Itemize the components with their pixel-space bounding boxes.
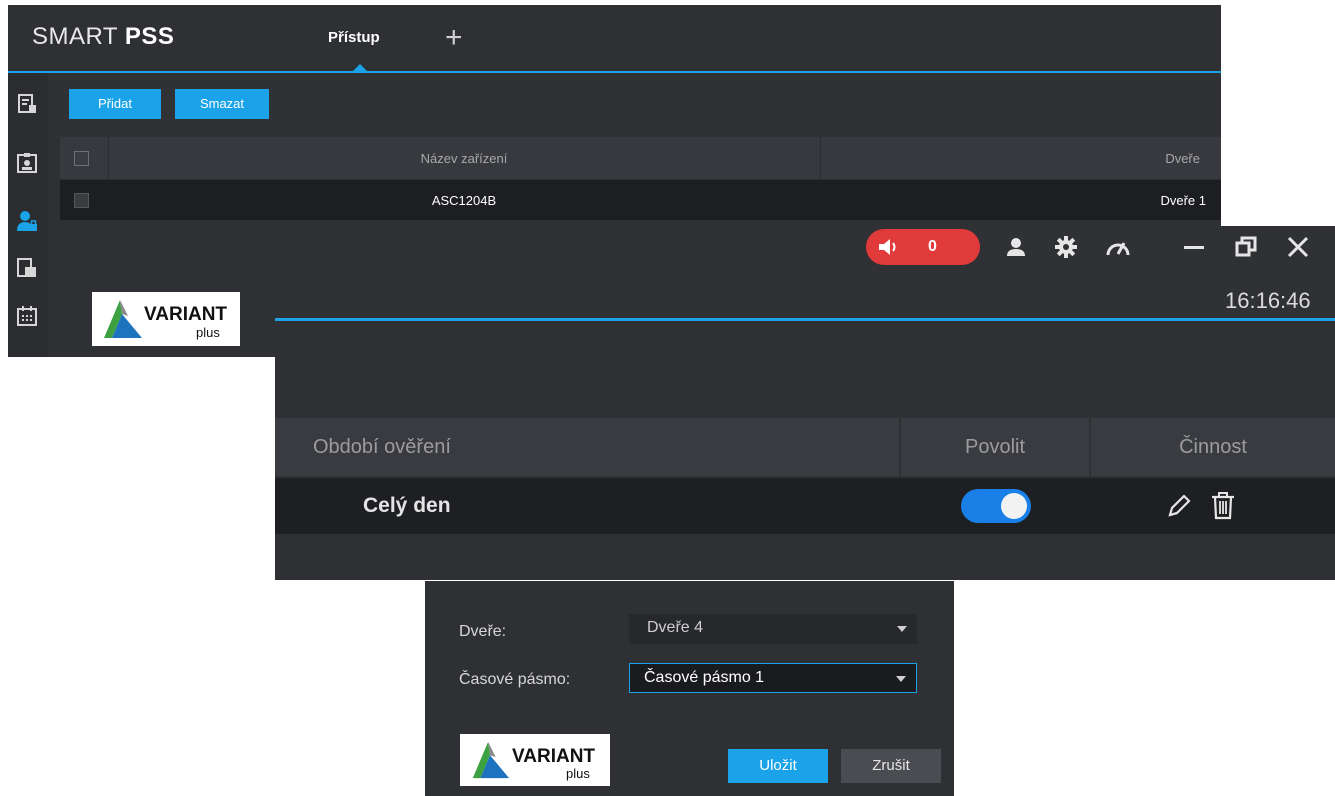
period-name-cell: Celý den [363, 494, 451, 517]
alarm-count: 0 [928, 238, 937, 255]
user-lock-icon[interactable] [16, 210, 38, 232]
edit-pencil-icon[interactable] [1165, 492, 1193, 520]
calendar-icon[interactable] [16, 305, 38, 327]
user-icon[interactable] [1005, 236, 1027, 258]
close-icon[interactable] [1287, 236, 1309, 258]
alarm-counter[interactable]: 0 [866, 229, 980, 265]
save-button[interactable]: Uložit [728, 749, 828, 783]
toggle-knob [1001, 493, 1027, 519]
speaker-icon [879, 239, 896, 255]
header-enable[interactable]: Povolit [901, 418, 1089, 476]
sidebar [8, 73, 48, 357]
device-name-cell: ASC1204B [431, 192, 497, 208]
delete-trash-icon[interactable] [1209, 491, 1237, 521]
door-dialog: Dveře: Dveře 4 Časové pásmo: Časové pásm… [425, 581, 954, 796]
add-tab-button[interactable]: + [445, 23, 463, 53]
door-select-value: Dveře 4 [647, 619, 704, 636]
variant-plus-logo: VARIANT plus [460, 734, 610, 786]
header-divider [275, 318, 1335, 321]
chevron-down-icon [896, 676, 906, 682]
document-icon[interactable] [16, 257, 38, 279]
row-checkbox[interactable] [74, 193, 89, 208]
gear-icon[interactable] [1055, 236, 1077, 258]
speedometer-icon[interactable] [1105, 236, 1131, 258]
logo-mark-icon [472, 741, 510, 779]
logo-word: VARIANT [144, 304, 228, 325]
title-bar: SMART PSS Přístup + [8, 5, 1221, 71]
logo-sub: plus [196, 325, 220, 340]
header-action[interactable]: Činnost [1091, 418, 1335, 476]
timezone-select[interactable]: Časové pásmo 1 [629, 663, 917, 693]
minimize-icon[interactable] [1183, 240, 1205, 254]
table-row[interactable]: ASC1204B Dveře 1 [60, 180, 1221, 220]
header-device-name[interactable]: Název zařízení [108, 137, 820, 179]
door-cell: Dveře 1 [1160, 192, 1206, 208]
add-button[interactable]: Přidat [69, 89, 161, 119]
delete-button[interactable]: Smazat [175, 89, 269, 119]
header-period[interactable]: Období ověření [313, 418, 893, 476]
active-tab-indicator [353, 64, 367, 71]
restore-icon[interactable] [1235, 236, 1257, 258]
logo-word: VARIANT [512, 746, 596, 767]
toolbar: Přidat Smazat [48, 73, 1221, 137]
device-table-header: Název zařízení Dveře [60, 137, 1221, 179]
period-window: 0 16:16:46 Období ověření Povolit Činnos… [275, 226, 1335, 580]
timezone-label: Časové pásmo: [459, 671, 571, 688]
variant-plus-logo: VARIANT plus [92, 292, 240, 346]
tab-access[interactable]: Přístup [328, 29, 380, 46]
period-table-header: Období ověření Povolit Činnost [275, 418, 1335, 476]
logo-mark-icon [104, 300, 142, 338]
timezone-select-value: Časové pásmo 1 [644, 669, 765, 686]
door-label: Dveře: [459, 623, 507, 640]
id-card-icon[interactable] [16, 152, 38, 174]
clock-time: 16:16:46 [1225, 288, 1311, 313]
logo-sub: plus [566, 766, 590, 781]
select-all-checkbox[interactable] [74, 151, 89, 166]
door-select[interactable]: Dveře 4 [629, 614, 917, 644]
enable-toggle[interactable] [961, 489, 1031, 523]
chevron-down-icon [897, 626, 907, 632]
window-header: 0 16:16:46 [275, 226, 1335, 318]
table-row[interactable]: Celý den [275, 478, 1335, 534]
app-title: SMART PSS [32, 23, 175, 50]
cancel-button[interactable]: Zrušit [841, 749, 941, 783]
header-door[interactable]: Dveře [820, 137, 1200, 179]
device-icon[interactable] [16, 93, 38, 115]
